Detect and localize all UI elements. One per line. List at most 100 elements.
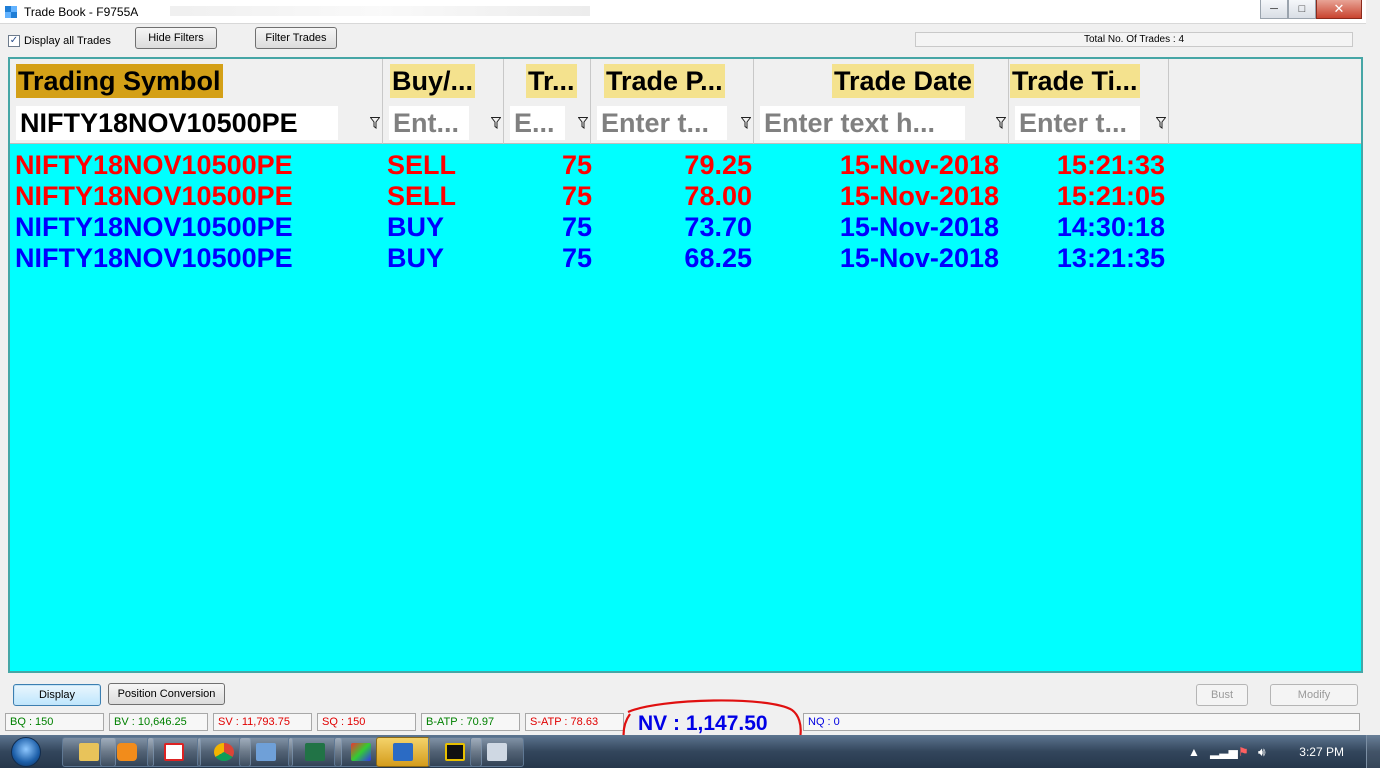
cell-trade-date: 15-Nov-2018 <box>839 212 999 242</box>
column-header-label: Trade P... <box>604 64 725 98</box>
trading-app-icon <box>351 743 371 761</box>
taskbar-calculator[interactable] <box>470 737 524 767</box>
taskbar-clock[interactable]: 3:27 PM <box>1299 745 1344 759</box>
start-button[interactable] <box>6 735 46 768</box>
column-header-label: Tr... <box>526 64 577 98</box>
cell-trade-time: 13:21:35 <box>1056 243 1165 273</box>
title-bar: Trade Book - F9755A ─ □ ✕ <box>0 0 1366 24</box>
maximize-button[interactable]: □ <box>1288 0 1316 19</box>
action-bar: Display Position Conversion Bust Modify <box>0 680 1366 710</box>
filter-input-trading-symbol[interactable]: NIFTY18NOV10500PE <box>16 106 338 140</box>
buy-average-price: B-ATP : 70.97 <box>421 713 520 731</box>
taskbar-folder-app[interactable] <box>376 737 430 767</box>
network-tool-icon <box>164 743 184 761</box>
cell-trade-date: 15-Nov-2018 <box>839 243 999 273</box>
bust-button[interactable]: Bust <box>1196 684 1248 706</box>
column-header-trade-date[interactable]: Trade Date <box>754 59 1009 102</box>
minimize-button[interactable]: ─ <box>1260 0 1288 19</box>
cell-trade-price: 68.25 <box>684 243 752 273</box>
filter-input-trade-qty[interactable]: E... <box>510 106 565 140</box>
filter-input-buy-sell[interactable]: Ent... <box>389 106 469 140</box>
display-button[interactable]: Display <box>13 684 101 706</box>
volume-icon[interactable]: 🔊︎ <box>1258 745 1266 760</box>
app-puzzle-icon <box>5 6 17 18</box>
modify-button[interactable]: Modify <box>1270 684 1358 706</box>
table-row[interactable]: NIFTY18NOV10500PE SELL 75 78.00 15-Nov-2018 1… <box>10 181 1180 212</box>
checkbox-check-icon[interactable]: ✓ <box>8 35 20 47</box>
window-app-icon <box>256 743 276 761</box>
filter-cell-buy-sell: Ent... <box>383 102 504 144</box>
windows-start-icon <box>11 736 41 767</box>
cell-trade-price: 79.25 <box>684 150 752 180</box>
table-row[interactable]: NIFTY18NOV10500PE BUY 75 68.25 15-Nov-2018 13… <box>10 243 1180 274</box>
cell-trade-qty: 75 <box>561 181 592 211</box>
filter-funnel-icon[interactable] <box>491 117 501 129</box>
filter-input-trade-price[interactable]: Enter t... <box>597 106 727 140</box>
position-conversion-button[interactable]: Position Conversion <box>108 683 225 705</box>
column-header-trading-symbol[interactable]: Trading Symbol <box>10 59 383 102</box>
cell-buy-sell: BUY <box>387 243 445 273</box>
column-header-label: Buy/... <box>390 64 476 98</box>
taskbar-media-player[interactable] <box>100 737 154 767</box>
taskbar-network-tool[interactable] <box>147 737 201 767</box>
folder-app-icon <box>393 743 413 761</box>
close-button[interactable]: ✕ <box>1316 0 1362 19</box>
taskbar-window-app[interactable] <box>239 737 293 767</box>
total-trades-count: Total No. Of Trades : 4 <box>915 32 1353 47</box>
window-controls: ─ □ ✕ <box>1260 0 1362 19</box>
filter-funnel-icon[interactable] <box>996 117 1006 129</box>
column-header-trade-price[interactable]: Trade P... <box>591 59 754 102</box>
table-row[interactable]: NIFTY18NOV10500PE BUY 75 73.70 15-Nov-2018 14… <box>10 212 1180 243</box>
column-header-label: Trading Symbol <box>16 64 223 98</box>
cell-trade-price: 78.00 <box>684 181 752 211</box>
chrome-icon <box>214 743 234 761</box>
toolbar: ✓ Display all Trades Hide Filters Filter… <box>0 25 1366 55</box>
show-desktop-button[interactable] <box>1366 735 1380 768</box>
filter-trades-button[interactable]: Filter Trades <box>255 27 337 49</box>
column-header-trade-qty[interactable]: Tr... <box>504 59 591 102</box>
flag-icon[interactable]: ⚑ <box>1238 745 1249 759</box>
column-header-label: Trade Ti... <box>1010 64 1140 98</box>
file-explorer-icon <box>79 743 99 761</box>
signal-icon[interactable]: ▂▃▅ <box>1210 745 1238 759</box>
column-header-buy-sell[interactable]: Buy/... <box>383 59 504 102</box>
media-player-icon <box>117 743 137 761</box>
filter-cell-trade-qty: E... <box>504 102 591 144</box>
filter-funnel-icon[interactable] <box>1156 117 1166 129</box>
tray-expand-icon[interactable]: ▲ <box>1188 745 1200 759</box>
cell-trade-qty: 75 <box>561 212 592 242</box>
cell-trade-price: 73.70 <box>684 212 752 242</box>
sell-quantity: SQ : 150 <box>317 713 416 731</box>
filter-funnel-icon[interactable] <box>370 117 380 129</box>
column-header-trade-time[interactable]: Trade Ti... <box>1009 59 1169 102</box>
terminal-app-icon <box>445 743 465 761</box>
net-value: NV : 1,147.50 <box>638 712 768 735</box>
calculator-icon <box>487 743 507 761</box>
buy-value: BV : 10,646.25 <box>109 713 208 731</box>
filter-cell-trade-price: Enter t... <box>591 102 754 144</box>
excel-icon <box>305 743 325 761</box>
trade-book-grid: Trading Symbol Buy/... Tr... Trade P... Trad… <box>8 57 1363 673</box>
table-row[interactable]: NIFTY18NOV10500PE SELL 75 79.25 15-Nov-2018 1… <box>10 150 1180 181</box>
cell-trading-symbol: NIFTY18NOV10500PE <box>15 212 293 242</box>
window-title: Trade Book - F9755A <box>24 5 139 19</box>
background-window-title <box>170 6 590 16</box>
cell-trade-qty: 75 <box>561 243 592 273</box>
filter-input-trade-time[interactable]: Enter t... <box>1015 106 1140 140</box>
buy-quantity: BQ : 150 <box>5 713 104 731</box>
cell-buy-sell: SELL <box>387 150 457 180</box>
cell-buy-sell: BUY <box>387 212 445 242</box>
filter-input-trade-date[interactable]: Enter text h... <box>760 106 965 140</box>
filter-funnel-icon[interactable] <box>741 117 751 129</box>
cell-trading-symbol: NIFTY18NOV10500PE <box>15 150 293 180</box>
display-all-trades-label: Display all Trades <box>24 35 111 47</box>
cell-trade-time: 15:21:33 <box>1056 150 1165 180</box>
filter-row: NIFTY18NOV10500PE Ent... E... Enter t... Ent… <box>10 102 1361 144</box>
cell-trade-time: 15:21:05 <box>1056 181 1165 211</box>
hide-filters-button[interactable]: Hide Filters <box>135 27 217 49</box>
filter-funnel-icon[interactable] <box>578 117 588 129</box>
cell-trade-date: 15-Nov-2018 <box>839 150 999 180</box>
cell-trading-symbol: NIFTY18NOV10500PE <box>15 181 293 211</box>
display-all-trades-checkbox[interactable]: ✓ Display all Trades <box>8 35 111 47</box>
filter-cell-trading-symbol: NIFTY18NOV10500PE <box>10 102 383 144</box>
